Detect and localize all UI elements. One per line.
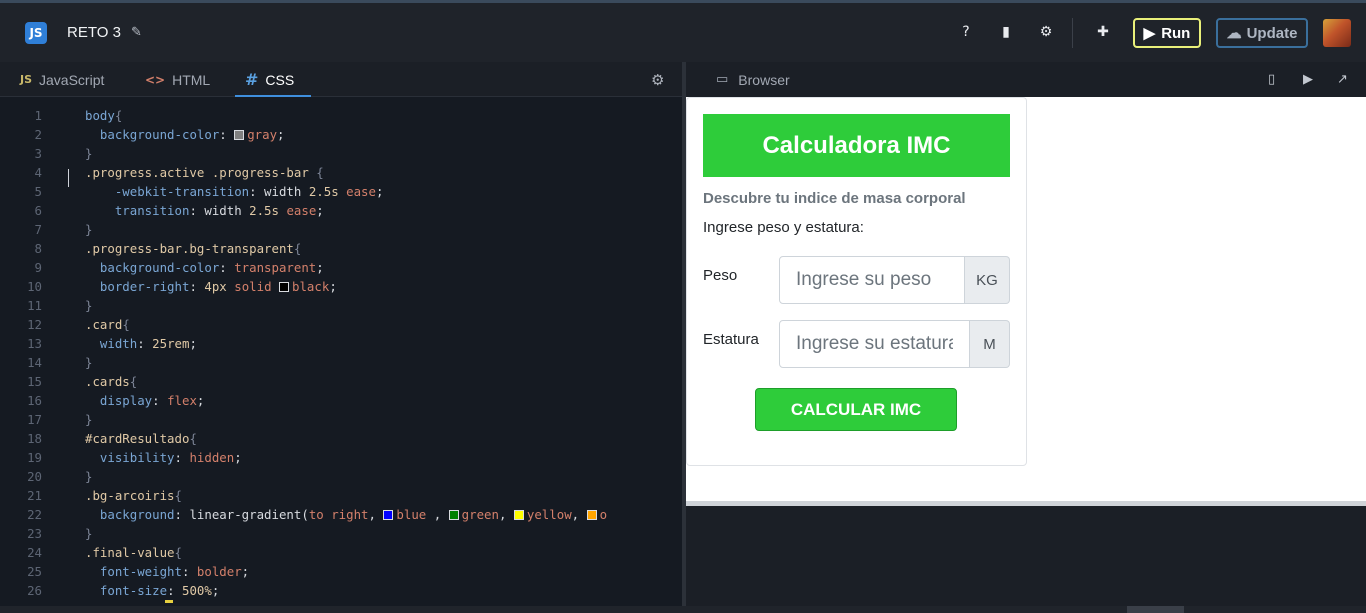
code-line: 7} [34,222,93,237]
mobile-icon[interactable]: ▯ [1268,72,1275,87]
scrollbar-thumb[interactable] [1127,606,1184,613]
update-button[interactable]: ☁ Update [1216,18,1308,48]
estatura-input-group: M [779,320,1010,368]
peso-unit: KG [965,256,1010,304]
code-line: 20} [27,469,93,484]
code-line: 18 #cardResultado{ [27,431,197,446]
color-swatch-marker [165,600,173,603]
code-line: 22 background: linear-gradient(to right,… [27,507,608,522]
tab-label: JavaScript [39,71,105,88]
code-line: 8 .progress-bar.bg-transparent{ [34,241,302,256]
puzzle-icon[interactable]: ✚ [1094,23,1112,41]
code-line: 17} [27,412,93,427]
tab-label: CSS [265,71,295,88]
code-line: 15 .cards{ [27,374,138,389]
peso-input[interactable] [779,256,965,304]
hash-icon: # [245,70,259,89]
play-icon[interactable]: ▶ [1303,72,1313,87]
text-cursor [68,169,69,187]
code-brackets-icon: <> [145,72,166,87]
browser-viewport: Calculadora IMC Descubre tu indice de ma… [686,97,1366,501]
browser-tab[interactable]: ▭ Browser [716,62,790,97]
update-label: Update [1246,24,1298,42]
code-line: 11} [27,298,93,313]
code-line: 10 border-right: 4px solid black; [27,279,337,294]
js-logo-icon[interactable]: JS [25,22,47,44]
code-line: 21 .bg-arcoiris{ [27,488,182,503]
code-line: 3} [34,146,93,161]
estatura-label: Estatura [703,331,759,348]
calcular-imc-button[interactable]: CALCULAR IMC [755,388,957,431]
project-title[interactable]: RETO 3 [67,24,121,41]
tab-css[interactable]: # CSS [235,62,311,97]
play-icon: ▶ [1143,25,1156,42]
editor-settings-gear-icon[interactable]: ⚙ [651,71,664,89]
code-line: 6 transition: width 2.5s ease; [34,203,324,218]
browser-label: Browser [738,71,790,88]
tab-javascript[interactable]: JS JavaScript [20,62,104,97]
code-line: 9 background-color: transparent; [34,260,324,275]
card-subtitle: Descubre tu indice de masa corporal [703,190,966,207]
header-divider [1072,18,1073,48]
code-line: 19 visibility: hidden; [27,450,242,465]
code-line: 1 body{ [34,108,123,123]
editor-tabbar: JS JavaScript <> HTML # CSS ⚙ [0,62,682,97]
imc-card: Calculadora IMC Descubre tu indice de ma… [686,97,1027,466]
code-line: 24 .final-value{ [27,545,182,560]
code-line: 16 display: flex; [27,393,205,408]
code-line: 2 background-color: gray; [34,127,285,142]
js-icon: JS [20,73,33,86]
tab-label: HTML [172,71,211,88]
peso-input-group: KG [779,256,1010,304]
code-line: 23} [27,526,93,541]
avatar[interactable] [1323,19,1351,47]
code-line: 5 -webkit-transition: width 2.5s ease; [34,184,384,199]
browser-header: ▭ Browser ▯ ▶ ↗ [686,62,1366,97]
code-line: 12 .card{ [27,317,130,332]
code-line: 14} [27,355,93,370]
code-line: 26 font-size: 500%; [27,583,220,598]
app-header: JS RETO 3 ✎ ? ▮ ⚙ ✚ ▶ Run ☁ Update [0,3,1366,62]
code-area[interactable]: 1 body{ 2 background-color: gray; 3} 4 .pr… [0,106,682,606]
gear-icon[interactable]: ⚙ [1037,23,1055,41]
cloud-upload-icon: ☁ [1226,25,1242,42]
tab-html[interactable]: <> HTML [145,62,210,97]
estatura-unit: M [970,320,1010,368]
card-title: Calculadora IMC [703,114,1010,177]
estatura-input[interactable] [779,320,970,368]
code-editor-panel: JS JavaScript <> HTML # CSS ⚙ 1 body{ 2 b… [0,62,682,613]
edit-title-icon[interactable]: ✎ [131,25,142,40]
console-area [686,506,1366,613]
run-button[interactable]: ▶ Run [1133,18,1201,48]
run-label: Run [1161,24,1191,42]
open-external-icon[interactable]: ↗ [1337,72,1348,87]
code-line: 13 width: 25rem; [27,336,197,351]
peso-label: Peso [703,267,738,284]
monitor-icon: ▭ [716,72,729,87]
code-line: 4 .progress.active .progress-bar { [34,165,324,180]
card-instruction: Ingrese peso y estatura: [703,219,864,236]
help-icon[interactable]: ? [957,23,975,41]
document-icon[interactable]: ▮ [997,23,1015,41]
code-line: 25 font-weight: bolder; [27,564,250,579]
